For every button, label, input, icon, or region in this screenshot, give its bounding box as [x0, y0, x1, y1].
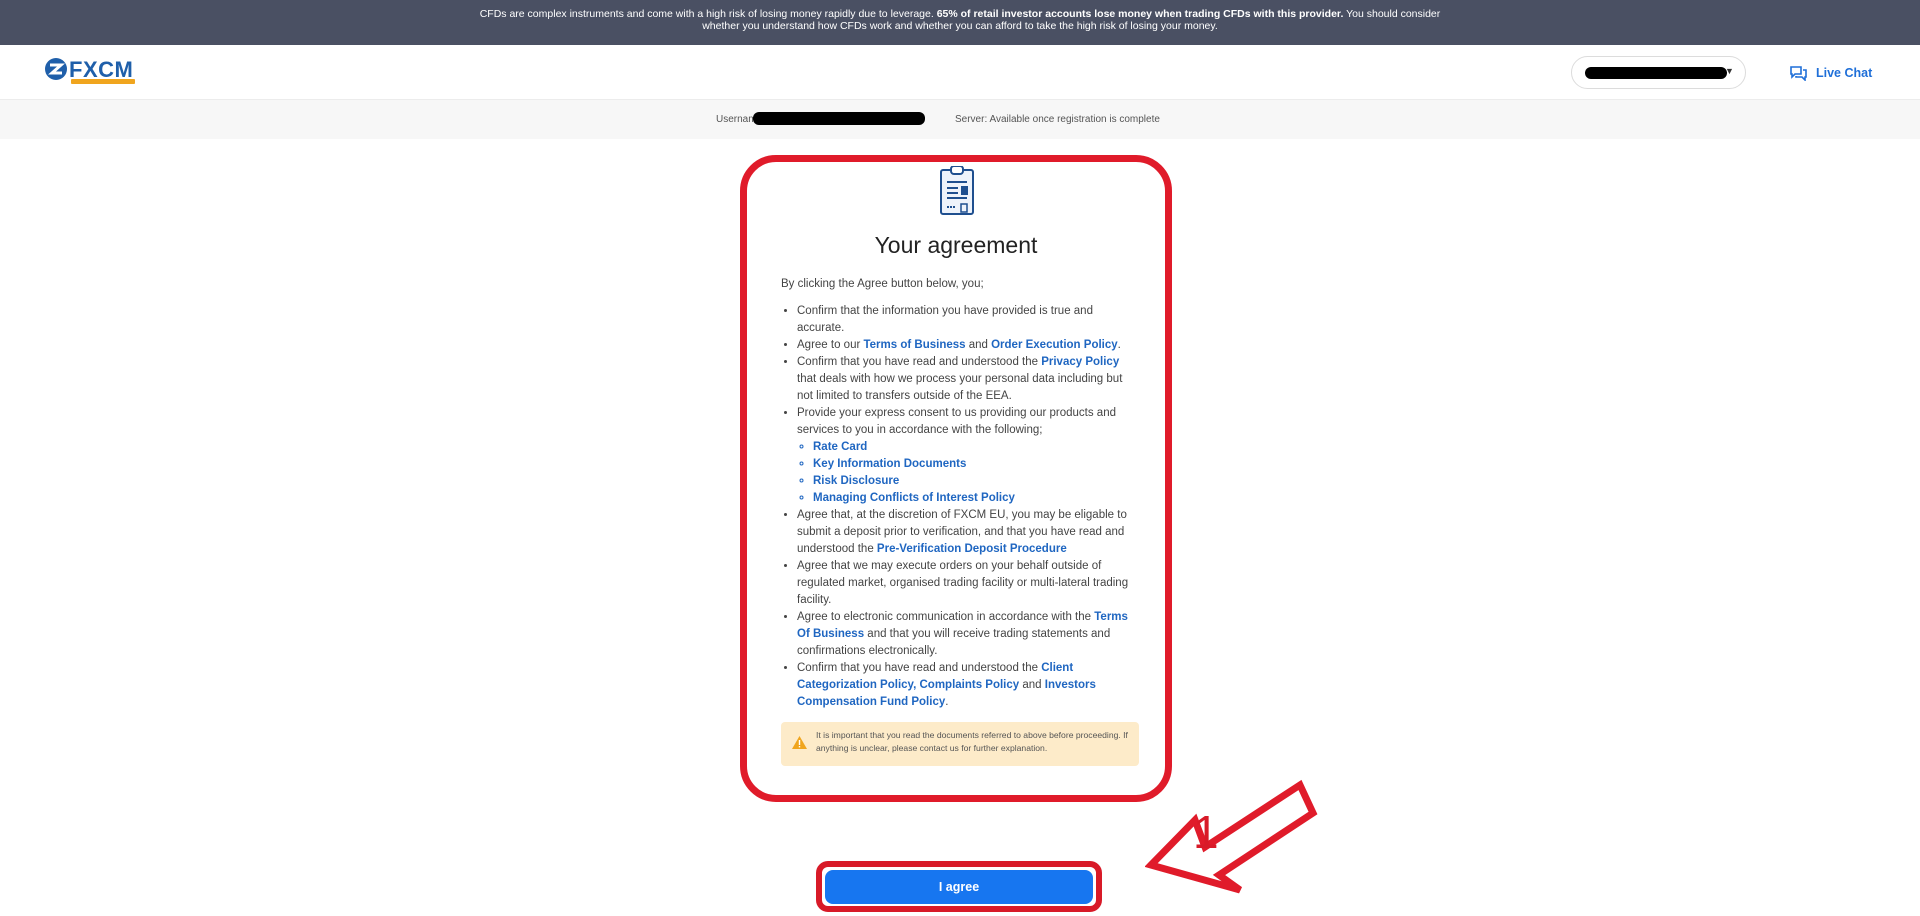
- risk-text-bold: 65% of retail investor accounts lose mon…: [936, 8, 1344, 20]
- list-item: Agree that, at the discretion of FXCM EU…: [797, 507, 1141, 558]
- item-text: Confirm that the information you have pr…: [797, 305, 1093, 334]
- document-icon: [940, 166, 974, 215]
- annotation-arrow-icon: [1145, 779, 1318, 894]
- logo-tagline-bar: [71, 79, 135, 84]
- terms-of-business-link[interactable]: Terms of Business: [863, 339, 965, 351]
- risk-text: CFDs are complex instruments and come wi…: [479, 8, 937, 20]
- item-text: .: [1117, 339, 1121, 351]
- complaints-policy-link[interactable]: Complaints Policy: [919, 679, 1019, 691]
- item-text: that deals with how we process your pers…: [797, 373, 1123, 402]
- site-header: FXCM ▼ Live Chat: [0, 45, 1920, 100]
- risk-disclosure-link[interactable]: Risk Disclosure: [813, 475, 899, 487]
- list-item: Confirm that you have read and understoo…: [797, 354, 1141, 405]
- list-item: Confirm that the information you have pr…: [797, 303, 1141, 337]
- agreement-list: Confirm that the information you have pr…: [781, 303, 1141, 711]
- item-text: Agree to electronic communication in acc…: [797, 611, 1095, 623]
- item-text: and: [1019, 679, 1045, 691]
- list-item: Agree to electronic communication in acc…: [797, 609, 1141, 660]
- warning-notice: It is important that you read the docume…: [781, 722, 1139, 766]
- account-dropdown[interactable]: ▼: [1571, 56, 1746, 89]
- key-information-documents-link[interactable]: Key Information Documents: [813, 458, 966, 470]
- live-chat-button[interactable]: Live Chat: [1790, 64, 1872, 82]
- list-item: Agree to our Terms of Business and Order…: [797, 337, 1141, 354]
- live-chat-label: Live Chat: [1816, 66, 1873, 80]
- item-text: Agree that we may execute orders on your…: [797, 560, 1129, 606]
- intro-text: By clicking the Agree button below, you;: [781, 278, 984, 290]
- item-text: and: [965, 339, 992, 351]
- warning-icon: [792, 736, 807, 749]
- item-text: Confirm that you have read and understoo…: [797, 662, 1042, 674]
- card-title: Your agreement: [874, 232, 1038, 258]
- sub-list-item: Risk Disclosure: [813, 473, 1141, 490]
- item-text: Confirm that you have read and understoo…: [797, 356, 1042, 368]
- sub-list-item: Rate Card: [813, 439, 1141, 456]
- risk-text-after: You should consider: [1343, 8, 1441, 20]
- redacted-value: [1585, 67, 1727, 79]
- username-label: Usernam: [716, 114, 757, 125]
- redacted-username: [753, 112, 925, 125]
- conflicts-of-interest-policy-link[interactable]: Managing Conflicts of Interest Policy: [813, 492, 1015, 504]
- agree-button[interactable]: I agree: [825, 870, 1093, 904]
- list-item: Confirm that you have read and understoo…: [797, 660, 1141, 711]
- server-status: Server: Available once registration is c…: [955, 114, 1160, 125]
- item-text: Agree to our: [797, 339, 864, 351]
- account-info-bar: Usernam Server: Available once registrat…: [0, 100, 1920, 139]
- item-text: .: [945, 696, 949, 708]
- item-text: Provide your express consent to us provi…: [797, 407, 1116, 436]
- privacy-policy-link[interactable]: Privacy Policy: [1041, 356, 1119, 368]
- order-execution-policy-link[interactable]: Order Execution Policy: [991, 339, 1118, 351]
- chevron-down-icon: ▼: [1725, 66, 1734, 76]
- chat-icon: [1790, 65, 1807, 81]
- sub-list-item: Managing Conflicts of Interest Policy: [813, 490, 1141, 507]
- list-item: Provide your express consent to us provi…: [797, 405, 1141, 507]
- pre-verification-deposit-link[interactable]: Pre-Verification Deposit Procedure: [877, 543, 1067, 555]
- fxcm-logo-icon: [45, 58, 67, 80]
- fxcm-logo[interactable]: FXCM: [44, 57, 140, 87]
- risk-warning-line-2: whether you understand how CFDs work and…: [702, 20, 1218, 32]
- annotation-step-number: 1: [1193, 806, 1219, 858]
- risk-warning-banner: CFDs are complex instruments and come wi…: [0, 0, 1920, 45]
- warning-text: It is important that you read the docume…: [816, 730, 1128, 753]
- risk-warning-line-1: CFDs are complex instruments and come wi…: [0, 8, 1920, 20]
- sub-list-item: Key Information Documents: [813, 456, 1141, 473]
- rate-card-link[interactable]: Rate Card: [813, 441, 867, 453]
- list-item: Agree that we may execute orders on your…: [797, 558, 1141, 609]
